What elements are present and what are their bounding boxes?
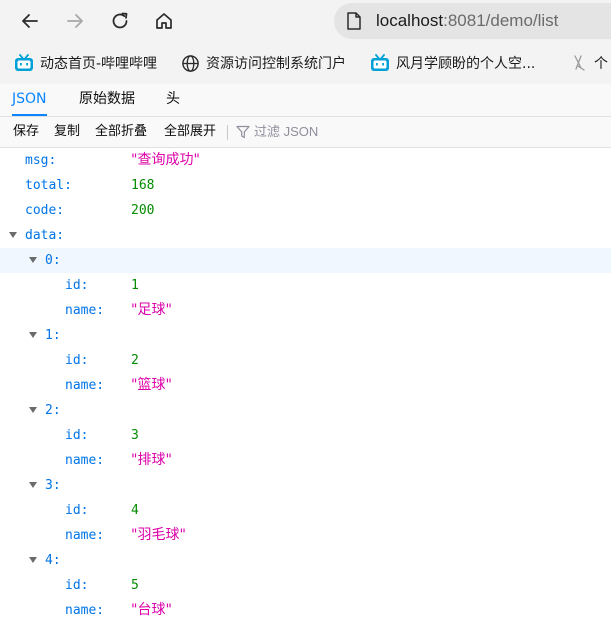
tab-json[interactable]: JSON <box>12 84 47 116</box>
json-row-item-name[interactable]: name: "足球" <box>0 298 611 323</box>
reload-button[interactable] <box>105 6 135 36</box>
json-string-value: "台球" <box>131 602 172 618</box>
save-button[interactable]: 保存 <box>13 117 39 147</box>
url-text: localhost:8081/demo/list <box>376 3 558 39</box>
back-button[interactable] <box>15 6 45 36</box>
json-string-value: "查询成功" <box>131 152 200 168</box>
json-row-item-name[interactable]: name: "台球" <box>0 598 611 623</box>
json-row-item-id[interactable]: id: 2 <box>0 348 611 373</box>
json-key: code: <box>25 203 65 218</box>
json-key: name: <box>65 603 105 618</box>
json-number-value: 200 <box>131 203 155 218</box>
json-key: name: <box>65 378 105 393</box>
home-icon <box>156 13 172 29</box>
forward-button[interactable] <box>60 6 90 36</box>
bookmark-bilibili-home[interactable]: 动态首页-哔哩哔哩 <box>14 42 157 84</box>
json-key: data: <box>25 228 65 243</box>
page-icon <box>574 55 585 71</box>
bookmark-label: 动态首页-哔哩哔哩 <box>40 56 158 72</box>
navigation-bar: localhost:8081/demo/list <box>0 0 611 42</box>
json-key: id: <box>65 353 89 368</box>
json-row-item-index[interactable]: 0: <box>0 248 611 273</box>
bookmarks-bar: 动态首页-哔哩哔哩 资源访问控制系统门户 风月学顾盼的个人空... 个 <box>0 42 611 84</box>
json-key: msg: <box>25 153 57 168</box>
filter-json-input[interactable]: 过滤 JSON <box>254 117 318 147</box>
tab-raw-data[interactable]: 原始数据 <box>79 84 135 116</box>
json-viewer-tabs: JSON 原始数据 头 <box>0 84 611 117</box>
bilibili-icon <box>371 54 389 71</box>
json-row-item-id[interactable]: id: 3 <box>0 423 611 448</box>
json-key: id: <box>65 278 89 293</box>
json-string-value: "篮球" <box>131 377 172 393</box>
json-key: 0: <box>45 253 61 268</box>
json-key: total: <box>25 178 72 193</box>
expand-toggle-icon[interactable] <box>29 332 37 338</box>
json-row-item-id[interactable]: id: 1 <box>0 273 611 298</box>
json-number-value: 168 <box>131 178 155 193</box>
bookmark-label: 风月学顾盼的个人空... <box>396 56 536 72</box>
globe-icon <box>182 54 199 72</box>
copy-button[interactable]: 复制 <box>54 117 80 147</box>
url-path: :8081/demo/list <box>443 11 559 30</box>
json-row-item-id[interactable]: id: 4 <box>0 498 611 523</box>
json-key: name: <box>65 528 105 543</box>
json-row-item-name[interactable]: name: "排球" <box>0 448 611 473</box>
json-row-item-index[interactable]: 2: <box>0 398 611 423</box>
json-key: id: <box>65 428 89 443</box>
collapse-all-button[interactable]: 全部折叠 <box>95 117 147 147</box>
json-row-total[interactable]: total: 168 <box>0 173 611 198</box>
json-row-item-index[interactable]: 1: <box>0 323 611 348</box>
json-key: 2: <box>45 403 61 418</box>
expand-toggle-icon[interactable] <box>29 482 37 488</box>
json-row-code[interactable]: code: 200 <box>0 198 611 223</box>
toolbar-divider <box>227 125 228 140</box>
reload-icon <box>112 12 128 29</box>
json-toolbar: 保存 复制 全部折叠 全部展开 过滤 JSON <box>0 117 611 148</box>
json-number-value: 3 <box>131 428 139 443</box>
json-row-item-index[interactable]: 3: <box>0 473 611 498</box>
json-row-item-name[interactable]: name: "篮球" <box>0 373 611 398</box>
json-row-item-index[interactable]: 4: <box>0 548 611 573</box>
json-key: 1: <box>45 328 61 343</box>
arrow-right-icon <box>67 14 83 28</box>
address-bar[interactable]: localhost:8081/demo/list <box>334 3 611 39</box>
expand-all-button[interactable]: 全部展开 <box>164 117 216 147</box>
json-string-value: "羽毛球" <box>131 527 186 543</box>
url-host: localhost <box>376 11 444 30</box>
json-key: id: <box>65 578 89 593</box>
json-key: 4: <box>45 553 61 568</box>
filter-icon <box>236 125 250 139</box>
bookmark-access-portal[interactable]: 资源访问控制系统门户 <box>181 42 346 84</box>
bookmark-label: 资源访问控制系统门户 <box>206 56 346 72</box>
arrow-left-icon <box>22 14 38 28</box>
json-row-item-name[interactable]: name: "羽毛球" <box>0 523 611 548</box>
json-row-msg[interactable]: msg: "查询成功" <box>0 148 611 173</box>
bookmark-label: 个 <box>594 56 608 72</box>
json-number-value: 1 <box>131 278 139 293</box>
json-key: name: <box>65 453 105 468</box>
home-button[interactable] <box>149 6 179 36</box>
json-string-value: "足球" <box>131 302 172 318</box>
bookmark-bilibili-space[interactable]: 风月学顾盼的个人空... <box>370 42 535 84</box>
expand-toggle-icon[interactable] <box>29 557 37 563</box>
json-number-value: 5 <box>131 578 139 593</box>
json-string-value: "排球" <box>131 452 172 468</box>
bilibili-icon <box>15 54 33 71</box>
expand-toggle-icon[interactable] <box>29 407 37 413</box>
page-icon <box>347 12 361 30</box>
json-number-value: 2 <box>131 353 139 368</box>
json-tree: msg: "查询成功" total: 168 code: 200 data: 0… <box>0 148 611 623</box>
expand-toggle-icon[interactable] <box>29 257 37 263</box>
json-key: 3: <box>45 478 61 493</box>
bookmark-truncated[interactable]: 个 <box>572 42 608 84</box>
expand-toggle-icon[interactable] <box>9 232 17 238</box>
tab-headers[interactable]: 头 <box>166 84 180 116</box>
json-key: id: <box>65 503 89 518</box>
json-number-value: 4 <box>131 503 139 518</box>
json-key: name: <box>65 303 105 318</box>
json-row-item-id[interactable]: id: 5 <box>0 573 611 598</box>
json-row-data[interactable]: data: <box>0 223 611 248</box>
